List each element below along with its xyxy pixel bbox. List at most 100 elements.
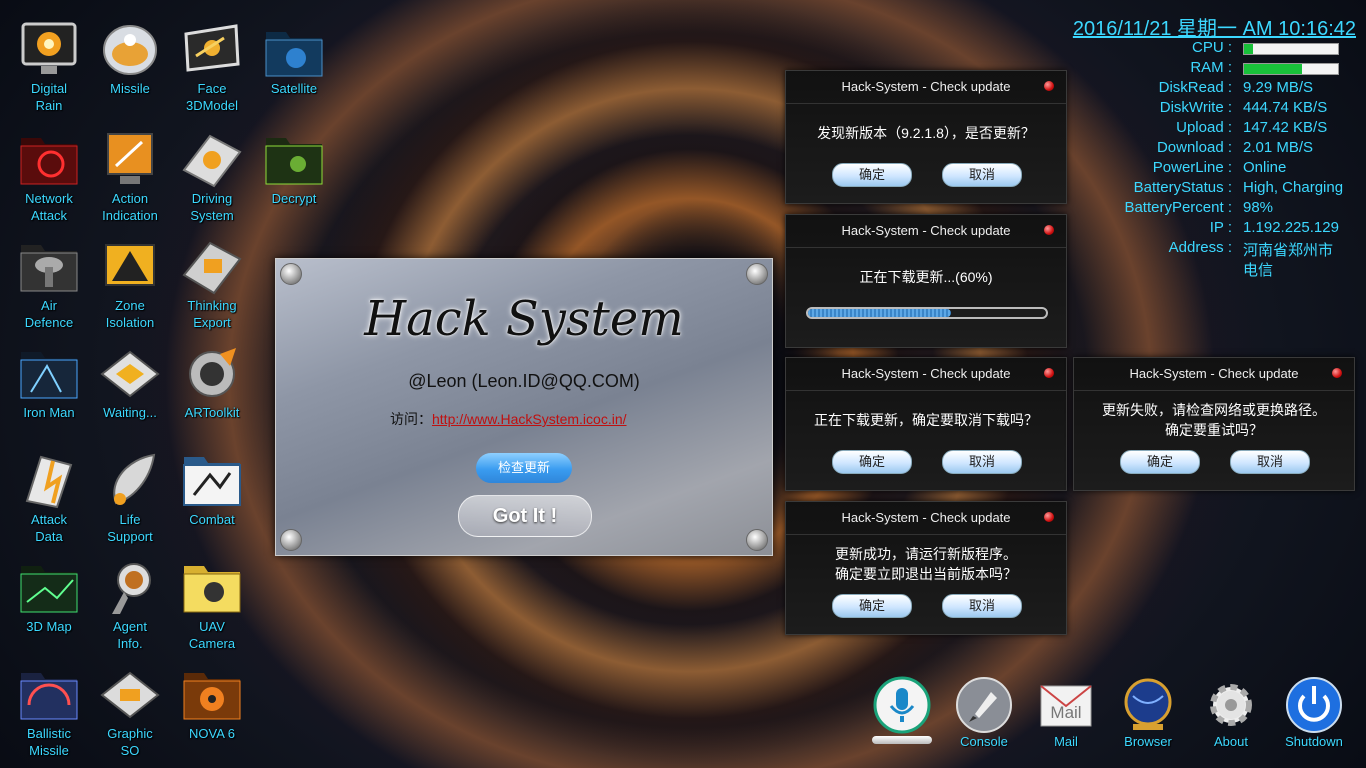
close-icon[interactable] [1044, 81, 1054, 91]
ballistic-missile-folder-icon [17, 665, 81, 725]
desktop-icon-face-3dmodel[interactable]: Face 3DModel [171, 20, 253, 114]
got-it-button[interactable]: Got It ! [458, 495, 592, 537]
missile-icon [98, 20, 162, 80]
dialog-title: Hack-System - Check update [841, 223, 1011, 238]
desktop-icon-action-indication[interactable]: Action Indication [89, 130, 171, 224]
dock-console[interactable]: Console [948, 676, 1020, 749]
upload-value: 147.42 KB/S [1243, 119, 1328, 136]
divider [786, 390, 1066, 391]
dialog-title: Hack-System - Check update [841, 79, 1011, 94]
cpu-meter-fill [1244, 44, 1254, 54]
dialog-message-line: 更新失败，请检查网络或更换路径。 [1102, 402, 1326, 418]
cancel-button[interactable]: 取消 [942, 594, 1022, 618]
check-update-button[interactable]: 检查更新 [476, 453, 572, 483]
desktop-icon-satellite[interactable]: Satellite [253, 20, 335, 97]
address-value: 河南省郑州市 [1243, 242, 1334, 259]
driving-system-icon [180, 130, 244, 190]
dock-label: Console [960, 734, 1008, 749]
dialog-title: Hack-System - Check update [841, 510, 1011, 525]
desktop-icon-label: Iron Man [23, 405, 75, 420]
ok-button[interactable]: 确定 [832, 450, 912, 474]
dock-microphone[interactable] [866, 676, 938, 744]
desktop-icon-missile[interactable]: Missile [89, 20, 171, 97]
digital-rain-icon [17, 20, 81, 80]
screw [746, 529, 768, 551]
screw [746, 263, 768, 285]
screw [280, 263, 302, 285]
desktop-icon-iron-man[interactable]: Iron Man [8, 344, 90, 421]
globe-icon [1119, 676, 1177, 734]
nova6-folder-icon [180, 665, 244, 725]
dialog-cancel-download: Hack-System - Check update 正在下载更新，确定要取消下… [785, 357, 1067, 491]
desktop-icon-label: Air Defence [24, 298, 74, 330]
desktop-icon-nova6[interactable]: NOVA 6 [171, 665, 253, 742]
diskread-value: 9.29 MB/S [1243, 79, 1314, 96]
desktop-icon-digital-rain[interactable]: Digital Rain [8, 20, 90, 114]
dock-label: Mail [1054, 734, 1078, 749]
desktop-icon-label: Satellite [270, 81, 318, 96]
author-line: @Leon (Leon.ID@QQ.COM) [408, 371, 640, 391]
desktop-icon-waiting[interactable]: Waiting... [89, 344, 171, 421]
close-icon[interactable] [1044, 225, 1054, 235]
desktop-icon-ballistic-missile[interactable]: Ballistic Missile [8, 665, 90, 759]
dialog-message-line: 更新成功，请运行新版程序。 [835, 546, 1017, 562]
desktop-icon-combat[interactable]: Combat [171, 451, 253, 528]
divider [786, 247, 1066, 248]
desktop-icon-driving-system[interactable]: Driving System [171, 130, 253, 224]
uav-camera-folder-icon [180, 558, 244, 618]
battery-percent-value: 98% [1243, 199, 1274, 216]
battery-status-value: High, Charging [1243, 179, 1344, 196]
dock-label: About [1214, 734, 1248, 749]
desktop-icon-label: Face 3DModel [185, 81, 239, 113]
satellite-folder-icon [262, 20, 326, 80]
visit-line: 访问：http://www.HackSystem.icoc.in/ [390, 409, 627, 429]
close-icon[interactable] [1332, 368, 1342, 378]
mail-icon: Mail [1037, 676, 1095, 734]
cancel-button[interactable]: 取消 [942, 450, 1022, 474]
close-icon[interactable] [1044, 512, 1054, 522]
address-value-line2: 电信 [1243, 262, 1274, 279]
desktop-icon-life-support[interactable]: Life Support [89, 451, 171, 545]
desktop-icon-agent-info[interactable]: Agent Info. [89, 558, 171, 652]
dock-shutdown[interactable]: Shutdown [1278, 676, 1350, 749]
dock-mail[interactable]: Mail Mail [1030, 676, 1102, 749]
desktop-icon-artoolkit[interactable]: ARToolkit [171, 344, 253, 421]
desktop-icon-graphic-so[interactable]: Graphic SO [89, 665, 171, 759]
ok-button[interactable]: 确定 [1120, 450, 1200, 474]
air-defence-folder-icon [17, 237, 81, 297]
close-icon[interactable] [1044, 368, 1054, 378]
desktop-icon-air-defence[interactable]: Air Defence [8, 237, 90, 331]
dialog-message: 正在下载更新...(60%) [859, 269, 993, 285]
desktop-icon-label: Life Support [107, 512, 153, 544]
desktop-icon-label: UAV Camera [188, 619, 236, 651]
dock-browser[interactable]: Browser [1112, 676, 1184, 749]
desktop-icon-label: Decrypt [271, 191, 317, 206]
desktop-icon-label: Missile [110, 81, 150, 96]
ok-button[interactable]: 确定 [832, 594, 912, 618]
divider [786, 534, 1066, 535]
desktop-icon-label: Action Indication [102, 191, 158, 223]
desktop-icon-uav-camera[interactable]: UAV Camera [171, 558, 253, 652]
dialog-update-success: Hack-System - Check update 更新成功，请运行新版程序。… [785, 501, 1067, 635]
cancel-button[interactable]: 取消 [1230, 450, 1310, 474]
brand-title: Hack System [364, 291, 684, 347]
ok-button[interactable]: 确定 [832, 163, 912, 187]
desktop-icon-zone-isolation[interactable]: Zone Isolation [89, 237, 171, 331]
dock-label: Browser [1124, 734, 1172, 749]
cpu-meter [1243, 43, 1339, 55]
desktop-icon-thinking-export[interactable]: Thinking Export [171, 237, 253, 331]
cancel-button[interactable]: 取消 [942, 163, 1022, 187]
attack-data-icon [17, 451, 81, 511]
download-progress-bar [806, 307, 1048, 319]
decrypt-folder-icon [262, 130, 326, 190]
desktop-icon-decrypt[interactable]: Decrypt [253, 130, 335, 207]
desktop-icon-network-attack[interactable]: Network Attack [8, 130, 90, 224]
download-progress-fill [808, 309, 951, 317]
desktop-icon-attack-data[interactable]: Attack Data [8, 451, 90, 545]
desktop-icon-label: Ballistic Missile [26, 726, 72, 758]
thinking-export-icon [180, 237, 244, 297]
dock-about[interactable]: About [1195, 676, 1267, 749]
desktop-icon-3d-map[interactable]: 3D Map [8, 558, 90, 635]
agent-info-icon [98, 558, 162, 618]
homepage-link[interactable]: http://www.HackSystem.icoc.in/ [432, 411, 627, 427]
